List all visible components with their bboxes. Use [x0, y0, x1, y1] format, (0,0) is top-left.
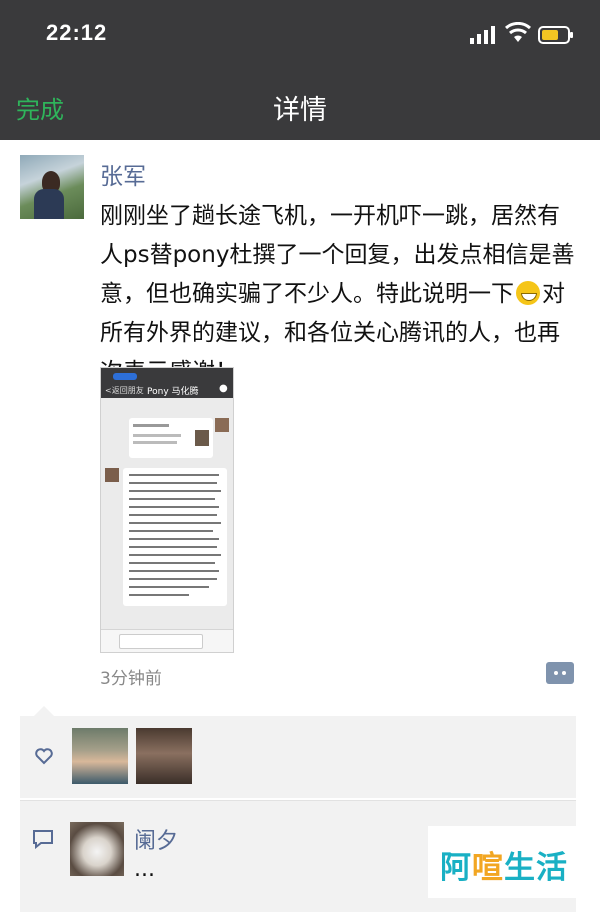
post-text: 刚刚坐了趟长途飞机，一开机吓一跳，居然有人ps替pony杜撰了一个回复，出发点相…: [100, 203, 575, 385]
status-time: 22:12: [46, 20, 108, 45]
page-title: 详情: [273, 95, 327, 126]
grinning-face-icon: [516, 281, 540, 305]
image-link-card: [129, 418, 213, 458]
author-avatar[interactable]: [20, 155, 84, 219]
nav-bar: 完成 详情: [0, 72, 600, 140]
like-avatar[interactable]: [72, 728, 128, 784]
image-back-label: <返回朋友: [105, 386, 144, 395]
likes-section: [20, 706, 576, 798]
wifi-icon: [505, 22, 531, 42]
cellular-signal-icon: [470, 26, 495, 44]
image-avatar: [215, 418, 229, 432]
post-time: 3分钟前: [100, 669, 162, 689]
post-image[interactable]: <返回朋友 Pony 马化腾 ●: [100, 367, 234, 653]
comment-menu-icon[interactable]: [546, 662, 574, 684]
comment-text: ...: [134, 857, 155, 882]
image-avatar: [105, 468, 119, 482]
image-chat-title: Pony 马化腾: [147, 387, 199, 397]
commenter-name[interactable]: 阑夕: [134, 823, 178, 855]
status-bar: 22:12: [0, 0, 600, 72]
comment-bubble-icon: [33, 830, 53, 849]
image-message-bubble: [123, 468, 227, 606]
image-input-bar: [101, 629, 233, 652]
image-chat-header: <返回朋友 Pony 马化腾 ●: [101, 368, 233, 398]
heart-icon: [35, 748, 53, 765]
person-icon: ●: [219, 383, 228, 394]
author-name[interactable]: 张军: [100, 157, 146, 191]
watermark-logo: 阿喧生活: [428, 826, 584, 898]
battery-icon: [538, 26, 573, 44]
commenter-avatar[interactable]: [70, 822, 124, 876]
like-avatar[interactable]: [136, 728, 192, 784]
